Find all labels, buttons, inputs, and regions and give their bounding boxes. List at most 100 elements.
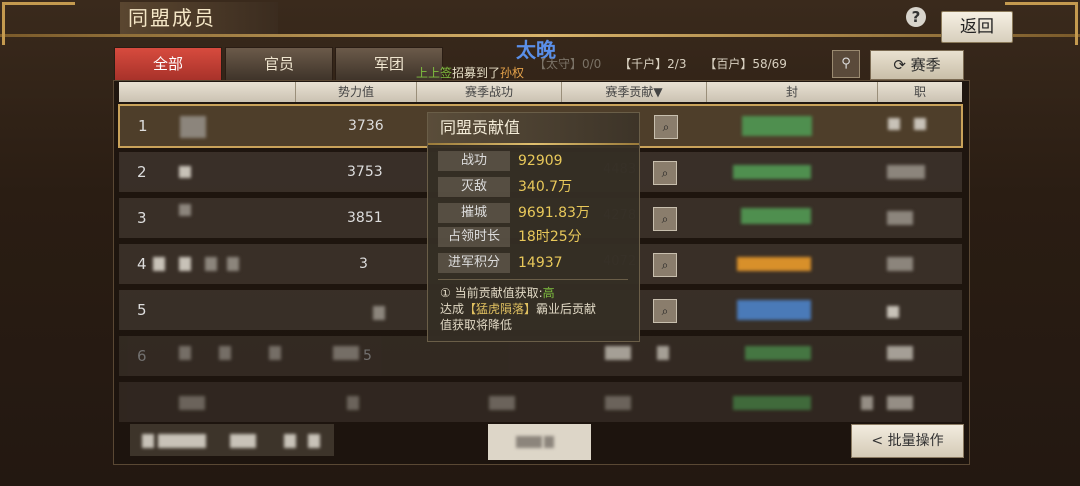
row-rank: 3 <box>137 209 147 227</box>
inspect-icon[interactable]: ⌕ <box>653 207 677 231</box>
row-power: 5 <box>363 348 372 364</box>
popup-item-label: 进军积分 <box>438 253 510 273</box>
row-rank: 1 <box>138 117 148 135</box>
contribution-popup: 同盟贡献值 战功 92909 灭敌 340.7万 摧城 9691.83万 占领时… <box>427 112 640 342</box>
inspect-icon[interactable]: ⌕ <box>654 115 678 139</box>
obscured-fief <box>733 165 811 179</box>
bottom-center-button[interactable] <box>488 424 591 460</box>
obscured-position <box>887 257 913 271</box>
popup-item: 摧城 9691.83万 <box>438 203 633 225</box>
season-icon: ⟳ <box>893 56 911 74</box>
obscured-name <box>179 166 191 178</box>
season-label: 赛季 <box>910 56 941 74</box>
obscured-name <box>179 257 191 271</box>
obscured-name <box>179 346 191 360</box>
inspect-icon[interactable]: ⌕ <box>653 299 677 323</box>
popup-title: 同盟贡献值 <box>428 113 639 143</box>
popup-item: 灭敌 340.7万 <box>438 177 633 199</box>
popup-note: ① 当前贡献值获取:高 达成【猛虎隕落】霸业后贡献 值获取将降低 <box>438 279 635 333</box>
obscured-name <box>153 257 165 271</box>
obscured-fief <box>733 396 811 410</box>
popup-item: 占领时长 18时25分 <box>438 227 633 249</box>
recruit-text: 招募到了 <box>452 66 501 80</box>
obscured-position <box>914 118 926 130</box>
obscured-position <box>887 396 913 410</box>
popup-divider <box>428 143 639 145</box>
obscured-fief <box>737 257 811 271</box>
note-line2a: 达成 <box>440 302 465 316</box>
obscured-position <box>861 396 873 410</box>
table-row[interactable]: 6 5 <box>119 336 962 376</box>
tab-officials[interactable]: 官员 <box>225 47 333 81</box>
obscured-contribution <box>657 346 669 360</box>
filter-icon[interactable]: ⚲ <box>832 50 860 78</box>
obscured-text <box>308 434 320 448</box>
popup-item: 战功 92909 <box>438 151 633 173</box>
row-rank: 4 <box>137 255 147 273</box>
obscured-name <box>179 204 191 216</box>
obscured-text <box>284 434 296 448</box>
recruit-note: 上上签招募到了孙权 <box>416 64 524 81</box>
stat-qianhu: 【千户】2/3 <box>619 57 687 71</box>
bottom-info <box>130 424 334 456</box>
tab-all[interactable]: 全部 <box>114 47 222 81</box>
row-rank: 6 <box>137 347 147 365</box>
obscured-power <box>347 396 359 410</box>
obscured-text <box>230 434 256 448</box>
obscured-name <box>269 346 281 360</box>
obscured-fief <box>741 208 811 224</box>
batch-operation-button[interactable]: < 批量操作 <box>851 424 964 458</box>
inspect-icon[interactable]: ⌕ <box>653 253 677 277</box>
header-position[interactable]: 职 <box>878 82 962 102</box>
obscured-merit <box>489 396 515 410</box>
recruit-player: 上上签 <box>416 66 453 80</box>
popup-item-label: 摧城 <box>438 203 510 223</box>
row-power: 3 <box>359 256 368 272</box>
obscured-text <box>158 434 206 448</box>
popup-item-value: 9691.83万 <box>518 205 590 221</box>
frame-corner-right <box>1005 2 1078 45</box>
row-power: 3753 <box>347 164 383 180</box>
obscured-position <box>887 211 913 225</box>
obscured-name <box>227 257 239 271</box>
obscured-name <box>205 257 217 271</box>
obscured-position <box>888 118 900 130</box>
obscured-fief <box>745 346 811 360</box>
stat-baihu: 【百户】58/69 <box>704 57 787 71</box>
note-line3: 值获取将降低 <box>440 318 513 332</box>
obscured-name <box>219 346 231 360</box>
back-button[interactable]: 返回 <box>941 11 1013 43</box>
obscured-name <box>179 396 205 410</box>
obscured-text <box>142 434 154 448</box>
note-prefix: ① 当前贡献值获取: <box>440 286 543 300</box>
obscured-power <box>333 346 359 360</box>
obscured-position <box>887 346 913 360</box>
note-event: 【猛虎隕落】 <box>464 302 537 316</box>
header-season-contribution[interactable]: 赛季贡献▼ <box>562 82 707 102</box>
obscured-fief <box>737 300 811 320</box>
popup-item-value: 340.7万 <box>518 179 573 195</box>
header-power[interactable]: 势力值 <box>296 82 417 102</box>
note-line2b: 霸业后贡献 <box>536 302 597 316</box>
popup-item-value: 92909 <box>518 153 563 169</box>
popup-item-label: 占领时长 <box>438 227 510 247</box>
recruit-hero: 孙权 <box>500 66 525 80</box>
popup-item-value: 18时25分 <box>518 229 582 245</box>
popup-note-divider <box>438 279 628 280</box>
obscured-text <box>544 436 554 448</box>
header-name-col <box>119 82 296 102</box>
rank-stats: 【太守】0/0 【千户】2/3 【百户】58/69 <box>534 55 801 72</box>
inspect-icon[interactable]: ⌕ <box>653 161 677 185</box>
help-icon[interactable]: ? <box>906 7 926 27</box>
table-header: 势力值 赛季战功 赛季贡献▼ 封 职 <box>119 82 962 102</box>
table-row[interactable] <box>119 382 962 422</box>
obscured-text <box>516 436 542 448</box>
row-power: 3736 <box>348 118 384 134</box>
obscured-contribution <box>605 346 631 360</box>
frame-corner-left <box>2 2 75 45</box>
header-fief[interactable]: 封 <box>707 82 878 102</box>
header-season-merit[interactable]: 赛季战功 <box>417 82 562 102</box>
obscured-name <box>180 116 206 138</box>
season-button[interactable]: ⟳ 赛季 <box>870 50 964 80</box>
row-power: 3851 <box>347 210 383 226</box>
